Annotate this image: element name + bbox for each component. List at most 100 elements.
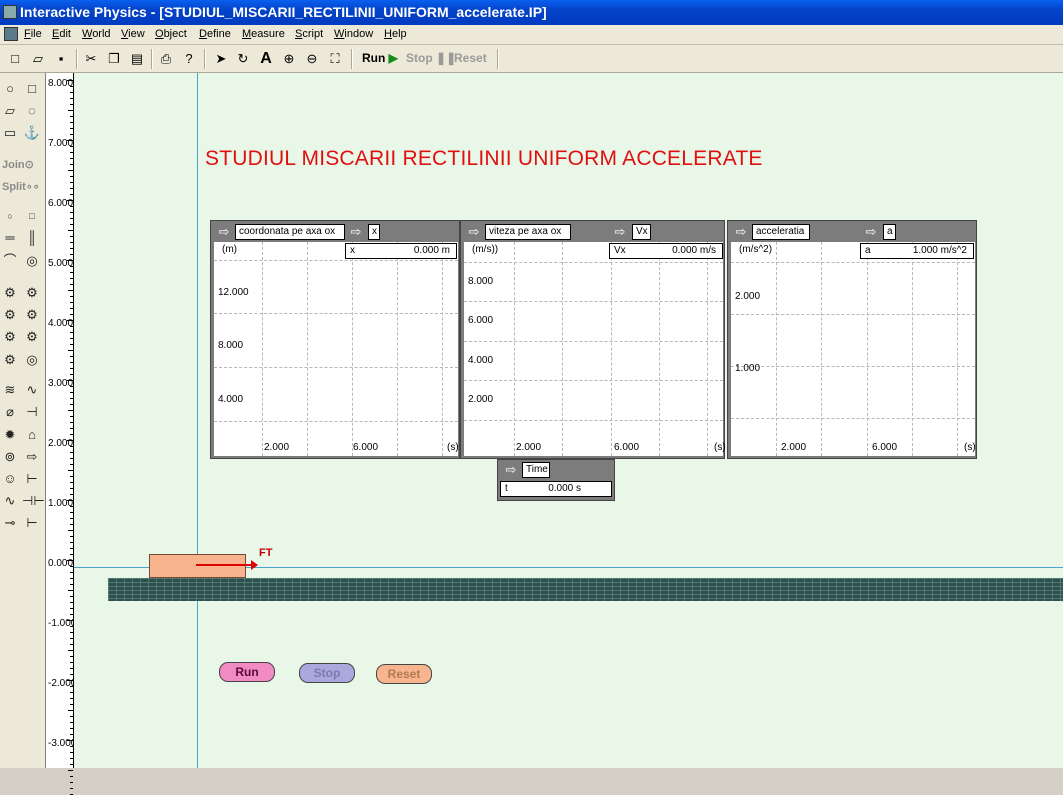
workspace-canvas[interactable]: STUDIUL MISCARII RECTILINII UNIFORM ACCE… bbox=[74, 73, 1063, 768]
menu-view[interactable]: View bbox=[121, 28, 145, 40]
menu-world[interactable]: World bbox=[82, 28, 111, 40]
meter-time[interactable]: ⇨ Time t 0.000 s bbox=[497, 459, 615, 501]
graph-plot[interactable]: (m) 12.000 8.000 4.000 2.000 6.000 (s) bbox=[214, 242, 459, 456]
graph-plot[interactable]: (m/s^2) 2.000 1.000 2.000 6.000 (s) bbox=[731, 242, 976, 456]
menu-file[interactable]: File bbox=[24, 28, 42, 40]
split-button[interactable]: Split∘∘ bbox=[2, 180, 40, 193]
x-tick-label: 2.000 bbox=[516, 442, 542, 453]
zoom-fit-icon[interactable]: ⛶ bbox=[326, 50, 344, 68]
ruler-tick bbox=[70, 482, 73, 483]
wave-tool-icon[interactable]: ∿ bbox=[0, 491, 20, 511]
print-icon[interactable]: ⎙ bbox=[157, 50, 175, 68]
x-tick-label: 2.000 bbox=[264, 442, 290, 453]
person-tool-icon[interactable]: ☺ bbox=[0, 469, 20, 489]
rotational-spring-tool-icon[interactable]: ⌀ bbox=[0, 402, 20, 422]
save-icon[interactable]: ▪ bbox=[52, 50, 70, 68]
open-folder-icon[interactable]: ▱ bbox=[29, 50, 47, 68]
x-tick-label: 2.000 bbox=[781, 442, 807, 453]
graph-plot[interactable]: (m/s)) 8.000 6.000 4.000 2.000 2.000 6.000 (s) bbox=[464, 242, 726, 456]
line-tool-icon[interactable]: ⊢ bbox=[22, 513, 42, 533]
document-icon[interactable] bbox=[4, 27, 18, 41]
separator-tool-icon[interactable]: ⊢ bbox=[22, 469, 42, 489]
pointer-icon[interactable]: ➤ bbox=[212, 50, 230, 68]
ruler-tick bbox=[70, 488, 73, 489]
rigid-joint-tool-icon[interactable]: ⚙ bbox=[22, 283, 42, 303]
meter-arrow-icon[interactable]: ⇨ bbox=[347, 225, 365, 239]
polygon-tool-icon[interactable]: ▱ bbox=[0, 101, 20, 121]
meter-position[interactable]: ⇨ coordonata pe axa ox ⇨ x (m) 12.000 8.00… bbox=[210, 220, 460, 459]
point-tool-icon[interactable]: ○ bbox=[0, 206, 20, 226]
join-button[interactable]: Join⊙ bbox=[2, 158, 34, 171]
menu-edit[interactable]: Edit bbox=[52, 28, 71, 40]
meter-arrow-icon[interactable]: ⇨ bbox=[215, 225, 233, 239]
vertical-slot-tool-icon[interactable]: ║ bbox=[22, 228, 42, 248]
ruler-tick bbox=[70, 758, 73, 759]
zoom-in-icon[interactable]: ⊕ bbox=[280, 50, 298, 68]
toolbar-reset-button[interactable]: Reset bbox=[454, 51, 487, 65]
meter-acceleration[interactable]: ⇨ acceleratia ⇨ a (m/s^2) 2.000 1.000 2.000… bbox=[727, 220, 977, 459]
motor-tool-icon[interactable]: ⚙ bbox=[0, 305, 20, 325]
damper-tool-icon[interactable]: ⊣ bbox=[22, 402, 42, 422]
ground-floor[interactable] bbox=[108, 578, 1063, 601]
meter-arrow-icon[interactable]: ⇨ bbox=[732, 225, 750, 239]
curved-body-tool-icon[interactable]: ◌ bbox=[22, 101, 42, 121]
joint-d-tool-icon[interactable]: ◎ bbox=[22, 350, 42, 370]
closed-slot-tool-icon[interactable]: ◎ bbox=[22, 251, 42, 271]
toolbar-stop-button[interactable]: Stop ❚❚ bbox=[406, 51, 456, 65]
force-tool-icon[interactable]: ⇨ bbox=[22, 447, 42, 467]
y-unit-label: (m/s)) bbox=[472, 244, 499, 255]
square-tool-icon[interactable]: ▭ bbox=[0, 123, 20, 143]
torque-tool-icon[interactable]: ⊣⊢ bbox=[22, 491, 45, 511]
menu-window[interactable]: Window bbox=[334, 28, 373, 40]
joint-b-tool-icon[interactable]: ⚙ bbox=[22, 327, 42, 347]
grid-line bbox=[442, 242, 443, 456]
curved-slot-tool-icon[interactable]: ⌒ bbox=[0, 251, 20, 271]
rope-tool-icon[interactable]: ⊚ bbox=[0, 447, 20, 467]
stop-button[interactable]: Stop bbox=[299, 663, 355, 683]
menu-object[interactable]: Object bbox=[155, 28, 187, 40]
meter-arrow-icon[interactable]: ⇨ bbox=[465, 225, 483, 239]
ruler-tick bbox=[70, 242, 73, 243]
copy-icon[interactable]: ❐ bbox=[105, 50, 123, 68]
ruler-tick bbox=[70, 518, 73, 519]
force-arrow[interactable] bbox=[196, 560, 258, 570]
menu-define[interactable]: Define bbox=[199, 28, 231, 40]
rotate-icon[interactable]: ↻ bbox=[234, 50, 252, 68]
help-icon[interactable]: ? bbox=[180, 50, 198, 68]
ruler-tick bbox=[67, 620, 73, 621]
pin-joint-tool-icon[interactable]: ⚙ bbox=[0, 283, 20, 303]
rectangle-tool-icon[interactable]: □ bbox=[22, 79, 42, 99]
meter-arrow-icon[interactable]: ⇨ bbox=[862, 225, 880, 239]
meter-velocity[interactable]: ⇨ viteza pe axa ox ⇨ Vx (m/s)) 8.000 6.000… bbox=[460, 220, 726, 459]
menu-measure[interactable]: Measure bbox=[242, 28, 285, 40]
damper-spring-tool-icon[interactable]: ∿ bbox=[22, 380, 42, 400]
text-tool-icon[interactable]: A bbox=[257, 50, 275, 68]
anchor-tool-icon[interactable]: ⚓ bbox=[22, 123, 42, 143]
new-file-icon[interactable]: □ bbox=[6, 50, 24, 68]
reset-button[interactable]: Reset bbox=[376, 664, 432, 684]
slot-tool-icon[interactable]: ═ bbox=[0, 228, 20, 248]
actuator-tool-icon[interactable]: ⚙ bbox=[22, 305, 42, 325]
toolbar-run-button[interactable]: Run ▶ bbox=[362, 51, 398, 65]
circle-tool-icon[interactable]: ○ bbox=[0, 79, 20, 99]
ruler-tick bbox=[70, 686, 73, 687]
joint-c-tool-icon[interactable]: ⚙ bbox=[0, 350, 20, 370]
block-body[interactable] bbox=[149, 554, 246, 578]
pulley-tool-icon[interactable]: ⌂ bbox=[22, 425, 42, 445]
paste-icon[interactable]: ▤ bbox=[128, 50, 146, 68]
rod-tool-icon[interactable]: ⊸ bbox=[0, 513, 20, 533]
meter-arrow-icon[interactable]: ⇨ bbox=[502, 463, 520, 477]
ruler-tick bbox=[70, 422, 73, 423]
spring-tool-icon[interactable]: ≋ bbox=[0, 380, 20, 400]
joint-a-tool-icon[interactable]: ⚙ bbox=[0, 327, 20, 347]
gear-icon[interactable]: ✹ bbox=[0, 425, 20, 445]
ruler-tick bbox=[70, 164, 73, 165]
cut-icon[interactable]: ✂ bbox=[82, 50, 100, 68]
run-button[interactable]: Run bbox=[219, 662, 275, 682]
ruler-tick bbox=[67, 440, 73, 441]
square-point-tool-icon[interactable]: □ bbox=[22, 206, 42, 226]
meter-arrow-icon[interactable]: ⇨ bbox=[611, 225, 629, 239]
menu-help[interactable]: Help bbox=[384, 28, 407, 40]
zoom-out-icon[interactable]: ⊖ bbox=[303, 50, 321, 68]
menu-script[interactable]: Script bbox=[295, 28, 323, 40]
